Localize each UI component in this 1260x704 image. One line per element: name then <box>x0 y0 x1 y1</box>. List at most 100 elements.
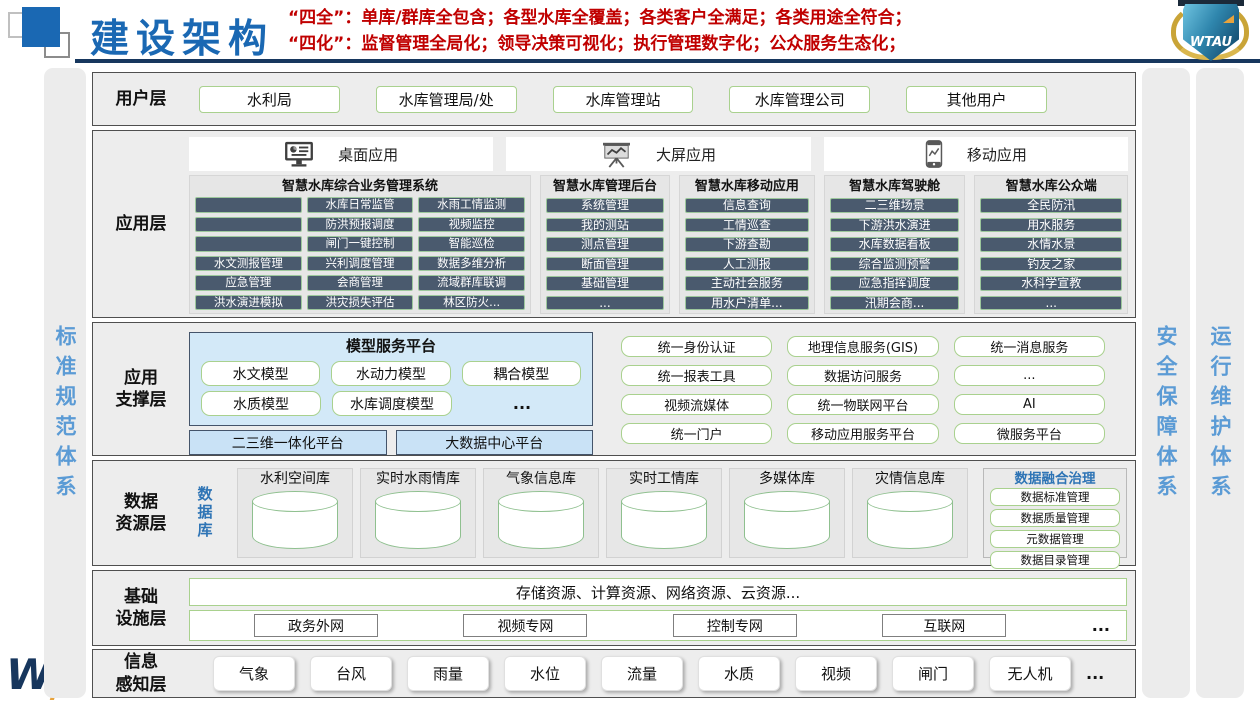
perception-cards: 气象台风雨量水位流量水质视频闸门无人机... <box>213 650 1127 697</box>
app-module: 二三维场景 <box>830 198 960 213</box>
app-module: 林区防火... <box>418 295 525 311</box>
app-module: 流域群库联调 <box>418 275 525 291</box>
network-box: 控制专网 <box>673 614 797 637</box>
data-governance-box: 数据融合治理 数据标准管理数据质量管理元数据管理数据目录管理 <box>983 468 1127 558</box>
governance-item: 数据标准管理 <box>990 488 1120 506</box>
database-cell: 实时水雨情库 <box>360 468 476 558</box>
app-module: 水库数据看板 <box>830 237 960 252</box>
logo-square-solid <box>22 7 60 47</box>
app-module: 水情水景 <box>980 237 1122 252</box>
app-module: ... <box>980 296 1122 311</box>
wtau-logo-badge: WTAU <box>1166 0 1256 62</box>
user-box: 水库管理局/处 <box>376 86 517 113</box>
resources-box: 存储资源、计算资源、网络资源、云资源... <box>189 578 1127 606</box>
model-item: 水文模型 <box>201 361 320 386</box>
governance-item: 数据目录管理 <box>990 551 1120 569</box>
app-module: 汛期会商... <box>830 296 960 311</box>
database-label: 实时工情库 <box>629 469 699 489</box>
app-column-title: 智慧水库驾驶舱 <box>830 178 960 195</box>
app-module: 数据多维分析 <box>418 256 525 272</box>
app-module: 闸门一键控制 <box>307 236 414 252</box>
app-module-stack: 系统管理我的测站测点管理断面管理基础管理... <box>546 198 664 310</box>
app-module: 应急指挥调度 <box>830 276 960 291</box>
app-module: 钓友之家 <box>980 257 1122 272</box>
database-cylinder-icon <box>621 491 707 549</box>
user-box: 水利局 <box>199 86 340 113</box>
app-module: 洪灾损失评估 <box>307 295 414 311</box>
layer-support: 应用 支撑层 模型服务平台 水文模型水动力模型耦合模型 水质模型水库调度模型..… <box>92 322 1136 456</box>
app-group-mobile: 移动应用 <box>824 137 1128 171</box>
layer-user: 用户层 水利局水库管理局/处水库管理站水库管理公司其他用户 <box>92 72 1136 126</box>
database-cell: 灾情信息库 <box>852 468 968 558</box>
user-box: 水库管理站 <box>553 86 694 113</box>
model-platform-title: 模型服务平台 <box>190 335 592 356</box>
network-box: 视频专网 <box>463 614 587 637</box>
app-module: 智能巡检 <box>418 236 525 252</box>
app-module: 兴利调度管理 <box>307 256 414 272</box>
sensor-card: 流量 <box>601 656 683 691</box>
service-box: 统一物联网平台 <box>787 394 938 415</box>
app-column: 智慧水库公众端全民防汛用水服务水情水景钓友之家水科学宣教... <box>974 175 1128 314</box>
app-module: 洪水演进模拟 <box>195 295 302 311</box>
app-column-title: 智慧水库综合业务管理系统 <box>195 178 525 195</box>
app-module <box>195 217 302 233</box>
app-module: 全民防汛 <box>980 198 1122 213</box>
operations-system-bar: 运行维护体系 <box>1196 68 1244 698</box>
security-system-label: 安全保障体系 <box>1151 261 1181 505</box>
logo-text: WTAU <box>1190 35 1232 50</box>
layer-perception: 信息 感知层 气象台风雨量水位流量水质视频闸门无人机... <box>92 649 1136 698</box>
model-item: 水动力模型 <box>331 361 450 386</box>
governance-item: 数据质量管理 <box>990 509 1120 527</box>
platform-bar: 二三维一体化平台 <box>189 430 387 455</box>
governance-item: 元数据管理 <box>990 530 1120 548</box>
app-module <box>195 236 302 252</box>
app-module-grid: 水库日常监管水雨工情监测防洪预报调度视频监控闸门一键控制智能巡检水文测报管理兴利… <box>195 197 525 310</box>
model-item: ... <box>463 391 581 416</box>
application-columns: 智慧水库综合业务管理系统水库日常监管水雨工情监测防洪预报调度视频监控闸门一键控制… <box>189 175 1128 314</box>
network-box: 政务外网 <box>254 614 378 637</box>
app-module: 水库日常监管 <box>307 197 414 213</box>
app-module: 下游洪水演进 <box>830 218 960 233</box>
database-label: 气象信息库 <box>506 469 576 489</box>
layer-label-data: 数据 资源层 <box>93 461 189 565</box>
app-column: 智慧水库综合业务管理系统水库日常监管水雨工情监测防洪预报调度视频监控闸门一键控制… <box>189 175 531 314</box>
user-boxes: 水利局水库管理局/处水库管理站水库管理公司其他用户 <box>199 73 1047 125</box>
database-cell: 气象信息库 <box>483 468 599 558</box>
layer-label-infrastructure: 基础 设施层 <box>93 571 189 645</box>
app-module: 用水户清单... <box>685 296 809 311</box>
app-column-title: 智慧水库管理后台 <box>546 178 664 195</box>
sensor-card: 气象 <box>213 656 295 691</box>
standards-system-bar: 标准规范体系 <box>44 68 86 698</box>
networks-more: ... <box>1092 616 1110 635</box>
app-module: 测点管理 <box>546 237 664 252</box>
sensor-card: 台风 <box>310 656 392 691</box>
database-cell: 实时工情库 <box>606 468 722 558</box>
sensor-card: 视频 <box>795 656 877 691</box>
service-box: 地理信息服务(GIS) <box>787 336 938 357</box>
layer-label-user: 用户层 <box>93 73 189 125</box>
database-cylinder-icon <box>252 491 338 549</box>
app-column-title: 智慧水库公众端 <box>980 178 1122 195</box>
model-item: 水库调度模型 <box>332 391 452 416</box>
layer-label-perception: 信息 感知层 <box>93 650 189 697</box>
app-module: 基础管理 <box>546 276 664 291</box>
page-title: 建设架构 <box>90 8 274 64</box>
app-module: 断面管理 <box>546 257 664 272</box>
app-group-bigscreen: 大屏应用 <box>506 137 810 171</box>
app-column: 智慧水库驾驶舱二三维场景下游洪水演进水库数据看板综合监测预警应急指挥调度汛期会商… <box>824 175 966 314</box>
application-groups: 桌面应用大屏应用移动应用 <box>189 137 1128 171</box>
database-label: 水利空间库 <box>260 469 330 489</box>
model-row-2: 水质模型水库调度模型... <box>201 391 581 416</box>
app-column: 智慧水库管理后台系统管理我的测站测点管理断面管理基础管理... <box>540 175 670 314</box>
service-box: 移动应用服务平台 <box>787 423 938 444</box>
database-cylinder-icon <box>375 491 461 549</box>
layer-application: 应用层 桌面应用大屏应用移动应用 智慧水库综合业务管理系统水库日常监管水雨工情监… <box>92 130 1136 318</box>
perception-more: ... <box>1086 664 1104 683</box>
service-box: 微服务平台 <box>954 423 1105 444</box>
service-box: 数据访问服务 <box>787 365 938 386</box>
desktop-icon <box>284 141 314 167</box>
app-group-desktop: 桌面应用 <box>189 137 493 171</box>
app-module: ... <box>546 296 664 311</box>
database-cell: 水利空间库 <box>237 468 353 558</box>
app-module-stack: 信息查询工情巡查下游查勘人工测报主动社会服务用水户清单... <box>685 198 809 310</box>
